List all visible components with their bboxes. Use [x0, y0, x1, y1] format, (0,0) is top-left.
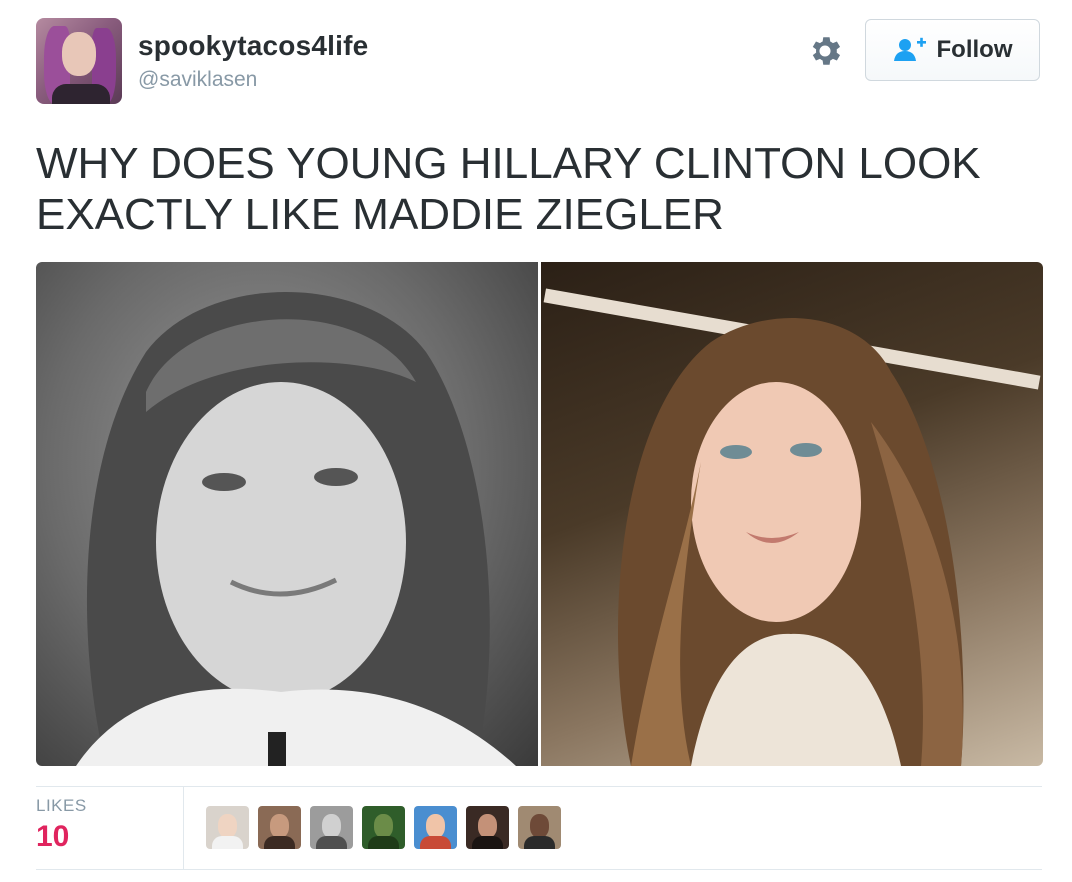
avatar-shirt: [52, 84, 110, 104]
tweet-text: WHY DOES YOUNG HILLARY CLINTON LOOK EXAC…: [36, 139, 981, 239]
profile-avatar[interactable]: [36, 18, 122, 104]
tweet-photo-right[interactable]: [541, 262, 1043, 766]
add-user-icon: [893, 37, 926, 61]
liker-avatar[interactable]: [466, 806, 509, 849]
likes-count[interactable]: 10: [36, 820, 69, 854]
liker-avatar[interactable]: [310, 806, 353, 849]
liker-avatar[interactable]: [258, 806, 301, 849]
color-portrait-illustration: [543, 288, 1041, 766]
liker-avatar[interactable]: [414, 806, 457, 849]
gear-icon[interactable]: [806, 32, 844, 70]
display-name[interactable]: spookytacos4life: [138, 30, 368, 62]
follow-label: Follow: [936, 36, 1013, 63]
likes-label[interactable]: LIKES: [36, 796, 87, 816]
avatar-face: [62, 32, 96, 76]
user-handle[interactable]: @saviklasen: [138, 68, 257, 92]
tweet-photo-left[interactable]: [36, 262, 538, 766]
likers-list: [206, 806, 561, 849]
liker-avatar[interactable]: [362, 806, 405, 849]
bw-portrait-illustration: [76, 292, 516, 766]
follow-button[interactable]: Follow: [865, 19, 1040, 81]
stats-divider-vertical: [183, 787, 184, 869]
stats-divider-top: [36, 786, 1042, 787]
liker-avatar[interactable]: [206, 806, 249, 849]
liker-avatar[interactable]: [518, 806, 561, 849]
stats-divider-bottom: [36, 869, 1042, 870]
